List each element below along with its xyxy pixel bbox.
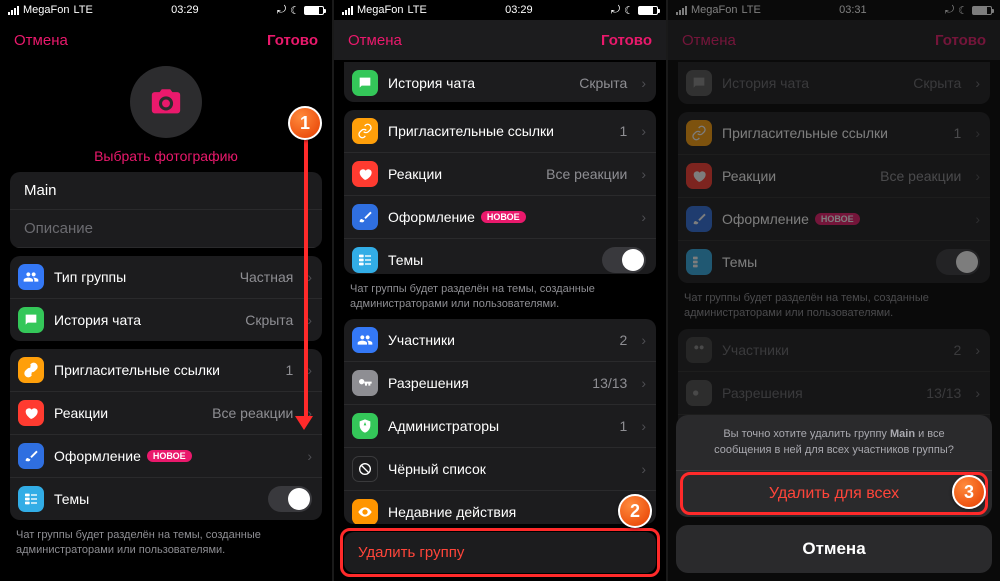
- row-group-type[interactable]: Тип группы Частная ›: [10, 256, 322, 299]
- row-reactions[interactable]: Реакции Все реакции ›: [10, 392, 322, 435]
- row-appearance[interactable]: Оформление НОВОЕ ›: [344, 196, 656, 239]
- row-label: Тип группы: [54, 269, 230, 285]
- choose-photo-button[interactable]: Выбрать фотографию: [94, 148, 238, 164]
- key-icon: [352, 370, 378, 396]
- row-value: 1: [286, 362, 294, 378]
- dnd-icon: [611, 4, 620, 17]
- row-members[interactable]: Участники 2 ›: [344, 319, 656, 362]
- row-admins[interactable]: Администраторы 1 ›: [344, 405, 656, 448]
- battery-icon: [638, 6, 658, 15]
- row-label: История чата: [54, 312, 235, 328]
- camera-icon: [149, 85, 183, 119]
- nav-bar: Отмена Готово: [0, 20, 332, 60]
- delete-for-all-button[interactable]: Удалить для всех: [676, 470, 992, 517]
- action-sheet: Вы точно хотите удалить группу Main и вс…: [676, 415, 992, 573]
- row-invite-links[interactable]: Пригласительные ссылки 1 ›: [10, 349, 322, 392]
- sheet-message: Вы точно хотите удалить группу Main и вс…: [676, 415, 992, 470]
- row-appearance[interactable]: Оформление НОВОЕ ›: [10, 435, 322, 478]
- row-blacklist[interactable]: Чёрный список ›: [344, 448, 656, 491]
- group-name-input[interactable]: Main: [10, 172, 322, 210]
- group-photo-button[interactable]: [130, 66, 202, 138]
- row-topics[interactable]: Темы: [10, 478, 322, 520]
- brush-icon: [18, 443, 44, 469]
- brush-icon: [352, 204, 378, 230]
- screen-2: MegaFon LTE 03:29 ☾ Отмена Готово Истори…: [334, 0, 666, 581]
- link-icon: [18, 357, 44, 383]
- row-invite-links[interactable]: Пригласительные ссылки 1 ›: [344, 110, 656, 153]
- sheet-main-block: Вы точно хотите удалить группу Main и вс…: [676, 415, 992, 517]
- settings-group: Пригласительные ссылки 1 › Реакции Все р…: [10, 349, 322, 520]
- new-badge: НОВОЕ: [481, 211, 526, 223]
- cancel-button[interactable]: Отмена: [348, 32, 402, 49]
- row-reactions[interactable]: Реакции Все реакции ›: [344, 153, 656, 196]
- row-value: Скрыта: [245, 312, 293, 328]
- row-chat-history[interactable]: История чата Скрыта ›: [10, 299, 322, 341]
- row-chat-history[interactable]: История чата Скрыта ›: [344, 62, 656, 102]
- chat-history-icon: [352, 70, 378, 96]
- shield-icon: [352, 413, 378, 439]
- row-value: Все реакции: [212, 405, 293, 421]
- new-badge: НОВОЕ: [147, 450, 192, 462]
- topics-note: Чат группы будет разделён на темы, созда…: [10, 528, 322, 558]
- heart-icon: [18, 400, 44, 426]
- row-topics[interactable]: Темы: [344, 239, 656, 274]
- screen-1: MegaFon LTE 03:29 ☾ Отмена Готово Выбрат…: [0, 0, 332, 581]
- topics-icon: [352, 247, 378, 273]
- network: LTE: [73, 4, 92, 16]
- carrier: MegaFon: [23, 4, 69, 16]
- topics-toggle[interactable]: [602, 247, 646, 273]
- topics-note: Чат группы будет разделён на темы, созда…: [344, 282, 656, 312]
- delete-group-button[interactable]: Удалить группу: [344, 532, 656, 573]
- row-label: Пригласительные ссылки: [54, 362, 276, 378]
- chevron-right-icon: ›: [307, 312, 312, 328]
- done-button[interactable]: Готово: [267, 32, 318, 49]
- type-history-group: Тип группы Частная › История чата Скрыта…: [10, 256, 322, 341]
- signal-icon: [8, 6, 19, 15]
- group-type-icon: [18, 264, 44, 290]
- status-time: 03:29: [505, 4, 533, 16]
- chevron-right-icon: ›: [307, 269, 312, 285]
- members-icon: [352, 327, 378, 353]
- nav-bar: Отмена Готово: [334, 20, 666, 60]
- eye-icon: [352, 499, 378, 524]
- screen-3: MegaFon LTE 03:31 ☾ Отмена Готово Истори…: [668, 0, 1000, 581]
- cancel-button[interactable]: Отмена: [14, 32, 68, 49]
- topics-toggle[interactable]: [268, 486, 312, 512]
- chevron-right-icon: ›: [307, 448, 312, 464]
- dnd-icon: [277, 4, 286, 17]
- row-recent-actions[interactable]: Недавние действия ›: [344, 491, 656, 524]
- settings-group: Пригласительные ссылки 1 › Реакции Все р…: [344, 110, 656, 274]
- done-button[interactable]: Готово: [601, 32, 652, 49]
- sheet-cancel-button[interactable]: Отмена: [676, 525, 992, 573]
- battery-icon: [304, 6, 324, 15]
- history-row-partial: История чата Скрыта ›: [344, 62, 656, 102]
- row-permissions[interactable]: Разрешения 13/13 ›: [344, 362, 656, 405]
- signal-icon: [342, 6, 353, 15]
- ban-icon: [352, 456, 378, 482]
- status-bar: MegaFon LTE 03:29 ☾: [334, 0, 666, 20]
- chat-history-icon: [18, 307, 44, 333]
- row-label: Реакции: [54, 405, 202, 421]
- group-desc-input[interactable]: Описание: [10, 210, 322, 248]
- row-value: Частная: [240, 269, 294, 285]
- status-bar: MegaFon LTE 03:29 ☾: [0, 0, 332, 20]
- management-group: Участники 2 › Разрешения 13/13 › Админис…: [344, 319, 656, 524]
- row-label: Оформление НОВОЕ: [54, 448, 293, 464]
- chevron-right-icon: ›: [307, 362, 312, 378]
- chevron-right-icon: ›: [307, 405, 312, 421]
- heart-icon: [352, 161, 378, 187]
- status-time: 03:29: [171, 4, 199, 16]
- link-icon: [352, 118, 378, 144]
- moon-icon: ☾: [290, 4, 300, 17]
- topics-icon: [18, 486, 44, 512]
- row-label: Темы: [54, 491, 258, 507]
- name-desc-group: Main Описание: [10, 172, 322, 248]
